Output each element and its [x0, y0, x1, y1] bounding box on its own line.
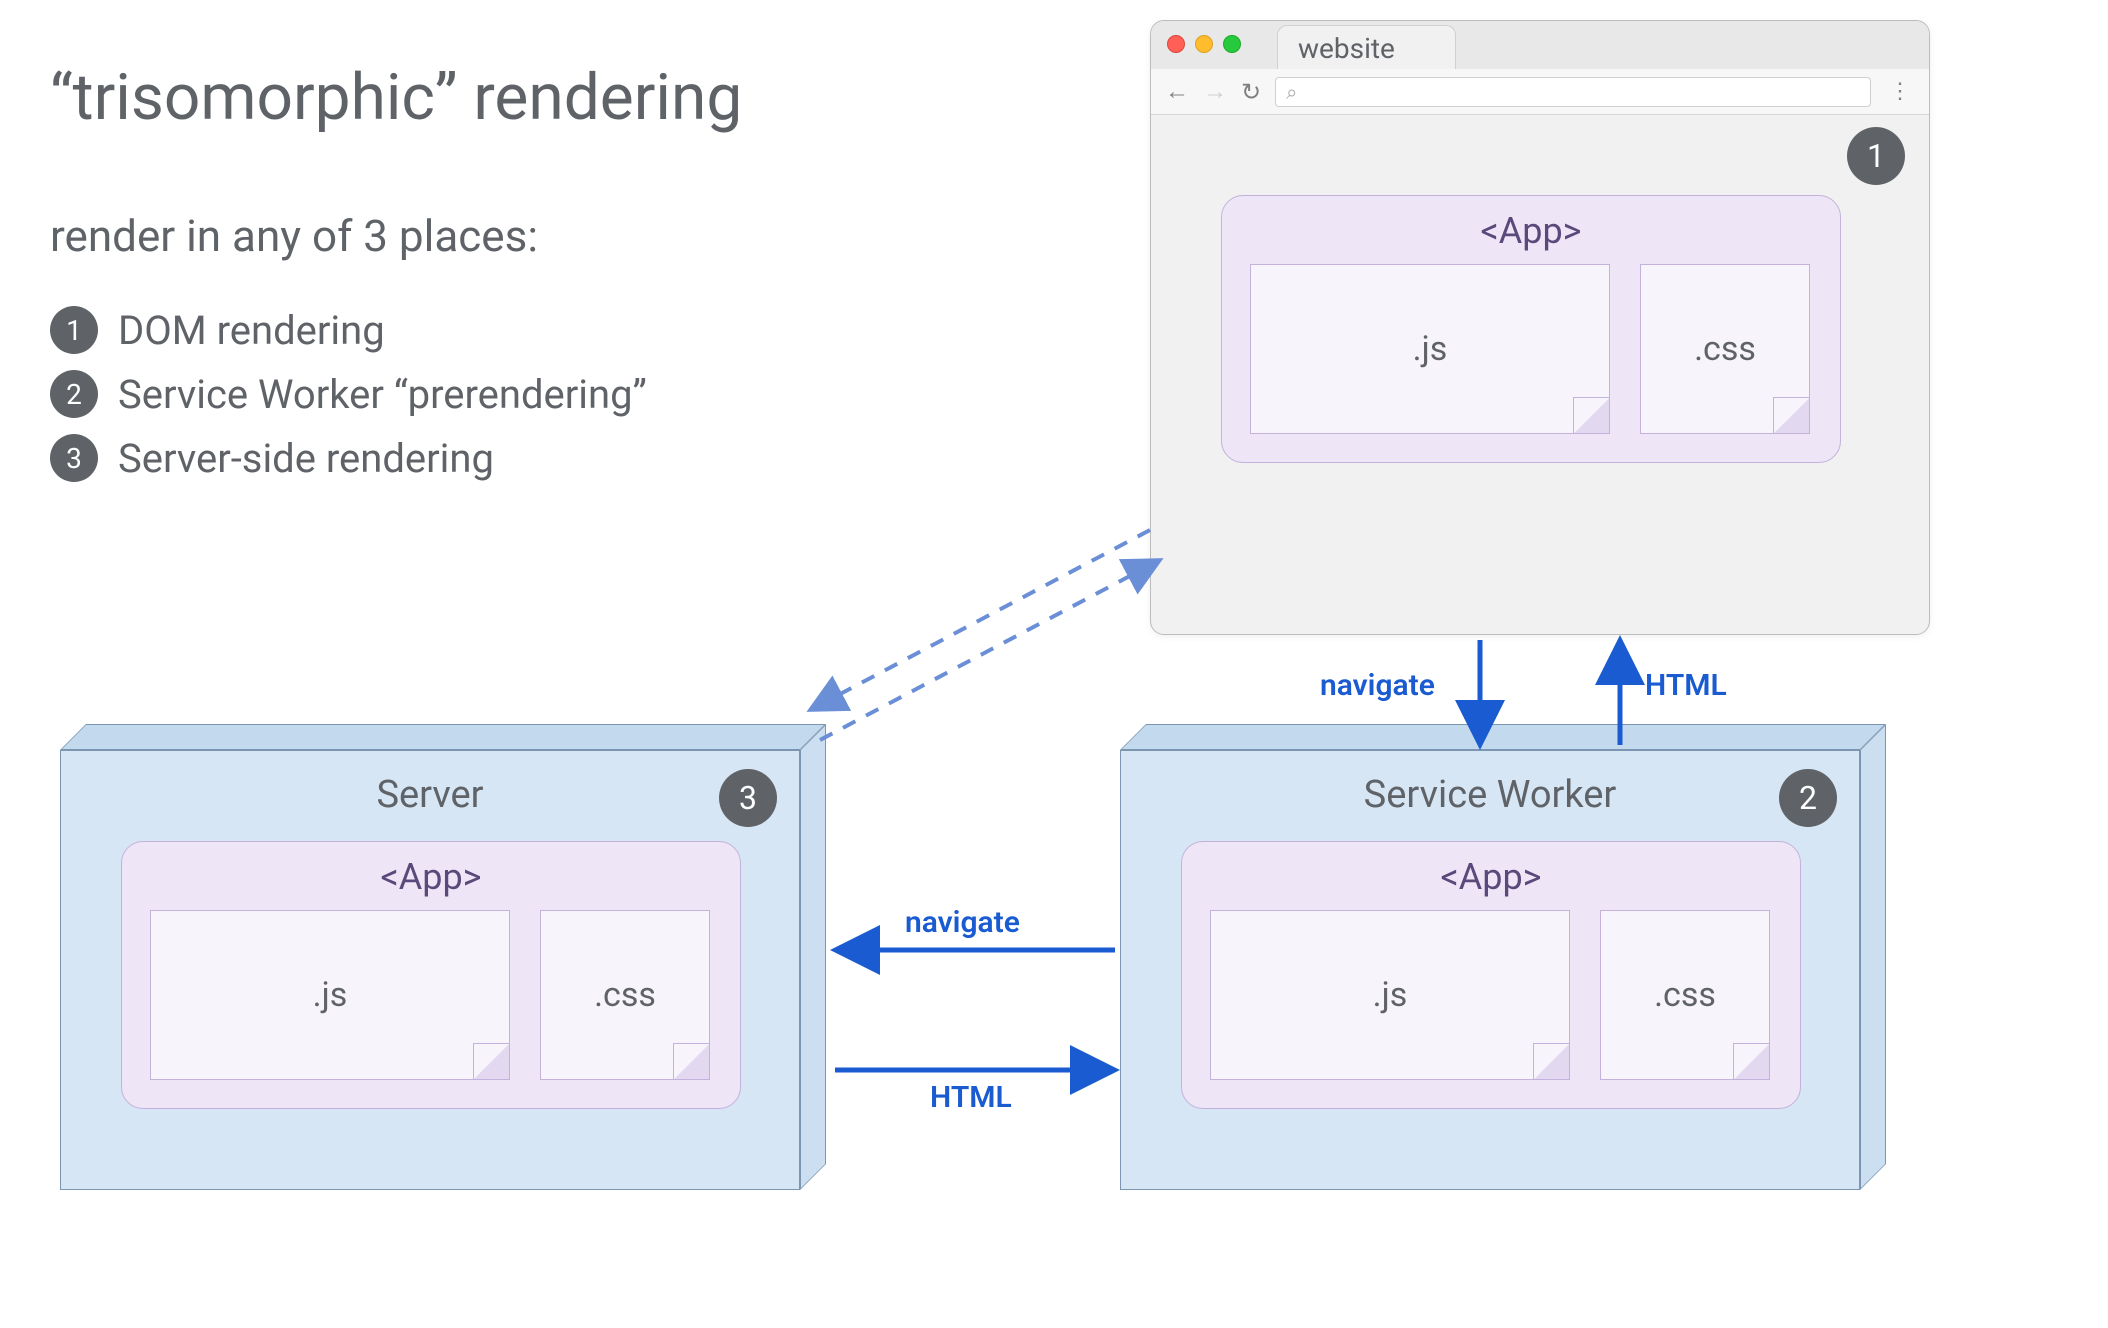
- app-card: <App> .js .css: [121, 841, 741, 1109]
- app-card: <App> .js .css: [1221, 195, 1841, 463]
- js-file: .js: [1210, 910, 1570, 1080]
- css-file: .css: [1640, 264, 1810, 434]
- list-label: Server-side rendering: [118, 435, 494, 482]
- back-icon: ←: [1165, 77, 1189, 106]
- menu-icon: ⋮: [1885, 79, 1915, 104]
- dogear-icon: [1733, 1043, 1769, 1079]
- list-item: 3 Server-side rendering: [50, 434, 647, 482]
- list-badge-3: 3: [50, 434, 98, 482]
- search-icon: ⌕: [1286, 80, 1297, 104]
- minimize-icon: [1195, 35, 1213, 53]
- url-bar: ⌕: [1275, 77, 1871, 107]
- arrow-dashed-to-server: [810, 530, 1150, 710]
- dogear-icon: [1573, 397, 1609, 433]
- server-title: Server: [61, 751, 799, 817]
- css-label: .css: [594, 975, 656, 1015]
- places-list: 1 DOM rendering 2 Service Worker “preren…: [50, 290, 647, 498]
- css-label: .css: [1654, 975, 1716, 1015]
- server-badge: 3: [719, 769, 777, 827]
- dogear-icon: [673, 1043, 709, 1079]
- dogear-icon: [1773, 397, 1809, 433]
- css-file: .css: [540, 910, 710, 1080]
- close-icon: [1167, 35, 1185, 53]
- js-file: .js: [1250, 264, 1610, 434]
- diagram-subtitle: render in any of 3 places:: [50, 210, 538, 262]
- app-card: <App> .js .css: [1181, 841, 1801, 1109]
- js-label: .js: [1413, 329, 1448, 369]
- app-label: <App>: [1250, 210, 1812, 252]
- browser-window: website ← → ↻ ⌕ ⋮ 1 <App> .js .css: [1150, 20, 1930, 635]
- maximize-icon: [1223, 35, 1241, 53]
- sw-badge: 2: [1779, 769, 1837, 827]
- diagram-title: “trisomorphic” rendering: [50, 60, 742, 135]
- css-label: .css: [1694, 329, 1756, 369]
- label-navigate-left: navigate: [905, 905, 1020, 940]
- files-row: .js .css: [1210, 910, 1772, 1080]
- list-badge-1: 1: [50, 306, 98, 354]
- js-label: .js: [313, 975, 348, 1015]
- dogear-icon: [1533, 1043, 1569, 1079]
- arrow-dashed-to-browser: [820, 560, 1160, 740]
- files-row: .js .css: [150, 910, 712, 1080]
- browser-toolbar: ← → ↻ ⌕ ⋮: [1151, 69, 1929, 115]
- sw-title: Service Worker: [1121, 751, 1859, 817]
- browser-viewport: <App> .js .css: [1151, 115, 1929, 634]
- server-box: Server 3 <App> .js .css: [60, 750, 800, 1190]
- traffic-lights: [1167, 35, 1241, 53]
- forward-icon: →: [1203, 77, 1227, 106]
- reload-icon: ↻: [1241, 78, 1261, 106]
- list-item: 1 DOM rendering: [50, 306, 647, 354]
- dogear-icon: [473, 1043, 509, 1079]
- list-item: 2 Service Worker “prerendering”: [50, 370, 647, 418]
- list-label: Service Worker “prerendering”: [118, 371, 647, 418]
- service-worker-box: Service Worker 2 <App> .js .css: [1120, 750, 1860, 1190]
- browser-titlebar: website: [1151, 21, 1929, 69]
- app-label: <App>: [150, 856, 712, 898]
- label-html-right: HTML: [930, 1080, 1012, 1115]
- js-file: .js: [150, 910, 510, 1080]
- label-html-up: HTML: [1645, 668, 1727, 703]
- app-label: <App>: [1210, 856, 1772, 898]
- files-row: .js .css: [1250, 264, 1812, 434]
- css-file: .css: [1600, 910, 1770, 1080]
- js-label: .js: [1373, 975, 1408, 1015]
- list-label: DOM rendering: [118, 307, 385, 354]
- list-badge-2: 2: [50, 370, 98, 418]
- label-navigate-down: navigate: [1320, 668, 1435, 703]
- browser-tab: website: [1277, 25, 1456, 69]
